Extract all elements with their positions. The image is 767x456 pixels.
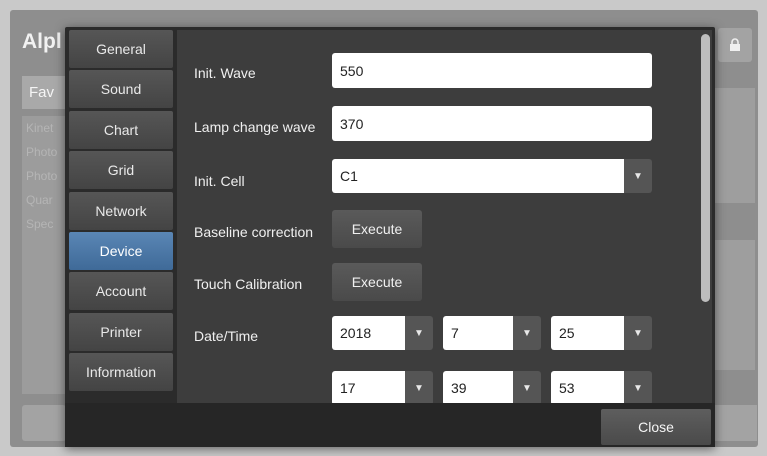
init-cell-label: Init. Cell — [194, 173, 245, 189]
lock-icon — [718, 28, 752, 62]
list-item: Spec — [26, 217, 54, 231]
tab-chart[interactable]: Chart — [69, 110, 173, 149]
tab-general[interactable]: General — [69, 30, 173, 68]
favorites-tab: Fav — [22, 76, 66, 109]
init-cell-select[interactable]: C1 — [332, 159, 624, 193]
init-wave-label: Init. Wave — [194, 65, 256, 81]
chevron-down-icon[interactable]: ▼ — [624, 159, 652, 193]
tab-sound[interactable]: Sound — [69, 70, 173, 109]
background-panel — [715, 88, 755, 203]
lamp-change-wave-input[interactable]: 370 — [332, 106, 652, 141]
list-item: Photo — [26, 169, 58, 183]
background-button — [712, 405, 757, 441]
datetime-label: Date/Time — [194, 328, 259, 344]
app-title: Alpl — [22, 30, 62, 53]
tab-network[interactable]: Network — [69, 191, 173, 230]
tab-account[interactable]: Account — [69, 272, 173, 311]
background-panel — [715, 240, 755, 370]
dialog-footer: Close — [65, 403, 715, 447]
baseline-execute-button[interactable]: Execute — [332, 210, 422, 248]
settings-dialog: General Sound Chart Grid Network Device … — [65, 27, 715, 447]
touch-calibration-label: Touch Calibration — [194, 276, 303, 292]
background-button — [22, 405, 66, 441]
init-wave-input[interactable]: 550 — [332, 53, 652, 88]
touch-calibration-execute-button[interactable]: Execute — [332, 263, 422, 301]
device-settings-panel: Init. Wave 550 Lamp change wave 370 Init… — [177, 30, 712, 403]
tab-printer[interactable]: Printer — [69, 312, 173, 351]
day-select[interactable]: 25 — [551, 316, 624, 350]
tab-information[interactable]: Information — [69, 353, 173, 392]
chevron-down-icon[interactable]: ▼ — [513, 316, 541, 350]
background-list: Kinet Photo Photo Quar Spec — [22, 116, 66, 394]
chevron-down-icon[interactable]: ▼ — [405, 316, 433, 350]
second-select[interactable]: 53 — [551, 371, 624, 403]
minute-select[interactable]: 39 — [443, 371, 513, 403]
tab-grid[interactable]: Grid — [69, 151, 173, 190]
settings-tabs: General Sound Chart Grid Network Device … — [69, 30, 173, 394]
year-select[interactable]: 2018 — [332, 316, 405, 350]
month-select[interactable]: 7 — [443, 316, 513, 350]
list-item: Kinet — [26, 121, 54, 135]
chevron-down-icon[interactable]: ▼ — [624, 316, 652, 350]
lamp-change-wave-label: Lamp change wave — [194, 119, 316, 135]
chevron-down-icon[interactable]: ▼ — [624, 371, 652, 403]
hour-select[interactable]: 17 — [332, 371, 405, 403]
chevron-down-icon[interactable]: ▼ — [513, 371, 541, 403]
tab-device[interactable]: Device — [69, 231, 173, 270]
list-item: Photo — [26, 145, 58, 159]
chevron-down-icon[interactable]: ▼ — [405, 371, 433, 403]
close-button[interactable]: Close — [601, 409, 711, 445]
list-item: Quar — [26, 193, 53, 207]
scrollbar[interactable] — [701, 34, 710, 302]
baseline-correction-label: Baseline correction — [194, 224, 314, 240]
